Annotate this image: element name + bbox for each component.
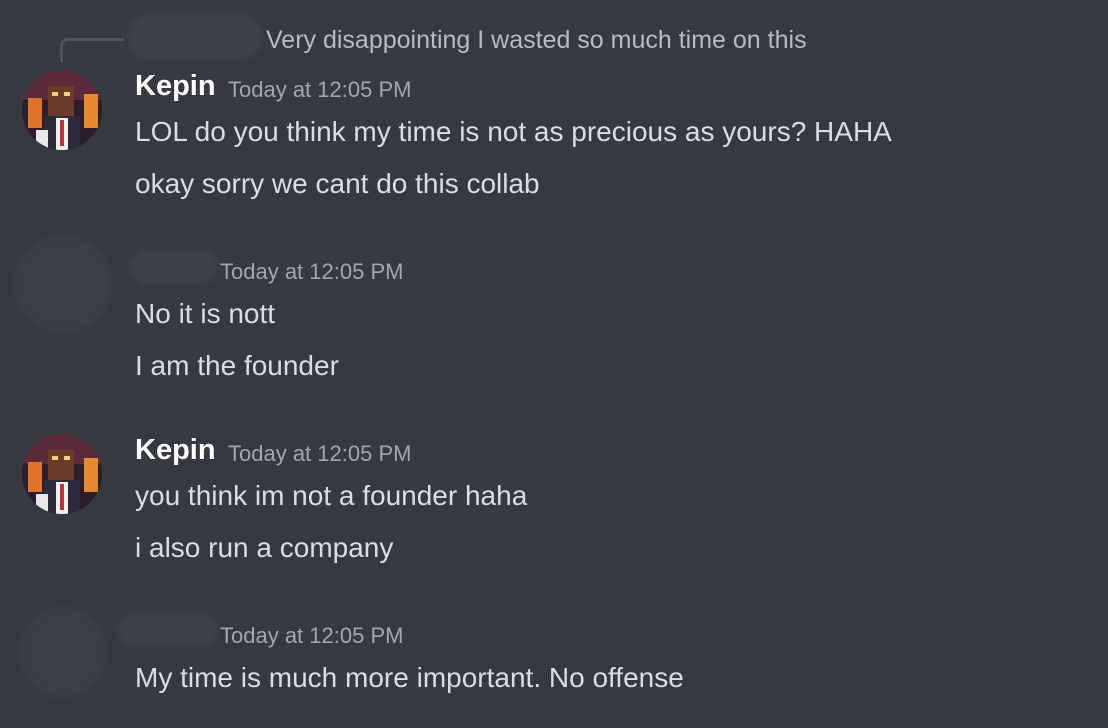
redacted-username [130, 250, 218, 284]
redacted-avatar [14, 236, 112, 332]
avatar-image [22, 70, 102, 150]
username[interactable]: Kepin [135, 70, 216, 103]
timestamp: Today at 12:05 PM [228, 77, 412, 102]
timestamp: Today at 12:05 PM [220, 623, 404, 648]
message-text: My time is much more important. No offen… [135, 662, 684, 693]
message-text: No it is nott [135, 298, 276, 329]
username[interactable]: Kepin [135, 434, 216, 467]
chat-message-list: Very disappointing I wasted so much time… [0, 0, 1108, 728]
message-text: you think im not a founder haha [135, 480, 528, 511]
message-text: LOL do you think my time is not as preci… [135, 116, 892, 147]
timestamp: Today at 12:05 PM [220, 259, 404, 284]
message-text: okay sorry we cant do this collab [135, 168, 540, 199]
message-text: i also run a company [135, 532, 394, 563]
redacted-avatar [20, 606, 106, 698]
avatar[interactable] [22, 70, 102, 150]
avatar-image [22, 434, 102, 514]
redacted-reply-author [128, 14, 262, 60]
message-text: I am the founder [135, 350, 339, 381]
avatar[interactable] [22, 434, 102, 514]
reply-preview-text[interactable]: Very disappointing I wasted so much time… [266, 26, 807, 55]
timestamp: Today at 12:05 PM [228, 441, 412, 466]
reply-connector-line [60, 38, 124, 62]
redacted-username [118, 614, 218, 648]
